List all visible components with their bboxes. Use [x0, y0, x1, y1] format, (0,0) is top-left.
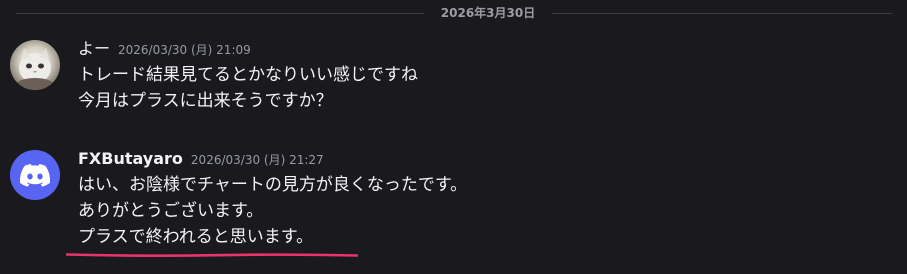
message-content: はい、お陰様でチャートの見方が良くなったです。 ありがとうございます。 プラスで… [78, 172, 467, 250]
discord-logo-icon [20, 163, 50, 187]
message-line: トレード結果見てるとかなりいい感じですね [78, 65, 418, 85]
message-line: プラスで終われると思います。 [78, 227, 314, 247]
date-divider-label: 2026年3月30日 [440, 6, 536, 20]
message-line: ありがとうございます。 [78, 201, 264, 221]
divider-line-right [552, 13, 892, 14]
username[interactable]: よー [78, 39, 110, 58]
cat-photo-avatar-icon [17, 48, 53, 90]
message-line: 今月はプラスに出来そうですか？ [78, 91, 333, 111]
avatar[interactable] [10, 40, 60, 90]
username[interactable]: FXButayaro [78, 149, 183, 168]
message-header: FXButayaro 2026/03/30 (月) 21:27 [78, 148, 324, 170]
date-divider: 2026年3月30日 [0, 0, 907, 26]
avatar[interactable] [10, 150, 60, 200]
highlight-underline [66, 253, 358, 258]
message-content: トレード結果見てるとかなりいい感じですね 今月はプラスに出来そうですか？ [78, 62, 418, 114]
message-line: はい、お陰様でチャートの見方が良くなったです。 [78, 175, 468, 195]
chat-view: 2026年3月30日 よー 2026/03/30 (月) 21:09 トレード結果… [0, 0, 907, 274]
divider-line-left [16, 13, 424, 14]
message-header: よー 2026/03/30 (月) 21:09 [78, 38, 251, 60]
timestamp: 2026/03/30 (月) 21:27 [190, 153, 324, 167]
timestamp: 2026/03/30 (月) 21:09 [118, 43, 251, 57]
